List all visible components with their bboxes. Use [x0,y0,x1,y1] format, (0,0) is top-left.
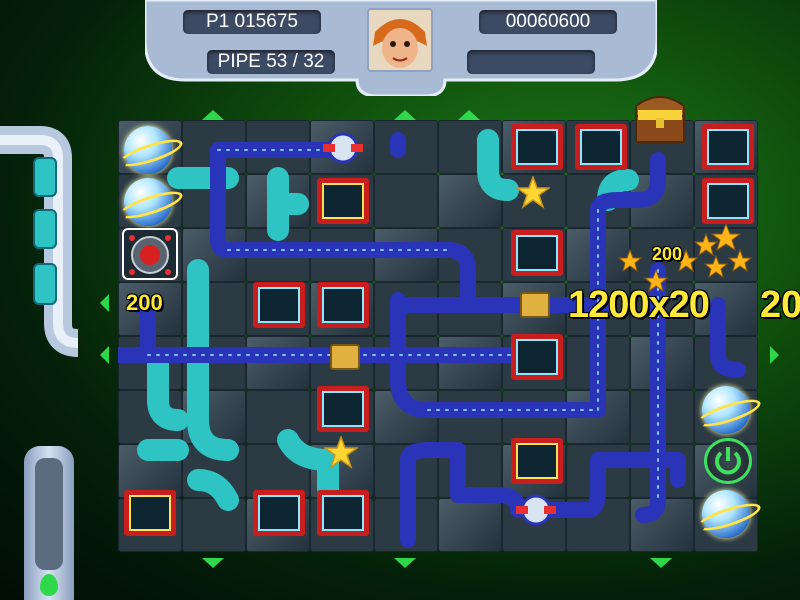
column-shift-down-arrow[interactable] [650,558,672,568]
top-hud: P1 015675 PIPE 53 / 32 00060600 [145,0,657,96]
blank-display [467,50,595,74]
combo-points-popup-cut: 20 [760,284,800,326]
microchip-icon[interactable] [702,124,754,170]
planet-orb-icon[interactable] [702,386,750,434]
combo-points-popup: 1200x20 [568,284,710,326]
planet-orb-icon[interactable] [702,490,750,538]
planet-orb-icon[interactable] [124,178,172,226]
planet-orb-icon[interactable] [124,126,172,174]
power-button-icon[interactable] [704,438,752,484]
microchip-icon[interactable] [124,490,176,536]
microchip-icon[interactable] [317,282,369,328]
side-pipe-decoration [0,126,79,357]
microchip-icon[interactable] [575,124,627,170]
column-shift-down-arrow[interactable] [394,558,416,568]
points-popup: 200 [126,290,163,315]
treasure-chest-icon [635,96,685,143]
microchip-icon[interactable] [511,230,563,276]
microchip-icon[interactable] [253,490,305,536]
row-shift-left-arrow[interactable] [100,294,109,312]
microchip-icon[interactable] [511,334,563,380]
water-drop-icon [40,574,58,596]
gold-chip-icon [330,344,360,370]
pipe-network [118,129,746,548]
column-shift-down-arrow[interactable] [202,558,224,568]
total-score-display: 00060600 [479,10,617,34]
row-shift-right-arrow[interactable] [770,346,779,364]
pipe-counter-display: PIPE 53 / 32 [207,50,335,74]
column-shift-up-arrow[interactable] [202,110,224,120]
star-icon[interactable] [324,436,358,470]
microchip-icon[interactable] [511,438,563,484]
water-level-gauge [24,446,74,600]
avatar-face-icon [367,8,433,72]
gauge-tube [35,458,63,570]
floating-points-popup: 200 [652,244,683,264]
row-shift-left-arrow[interactable] [100,346,109,364]
star-icon[interactable] [516,176,550,210]
column-shift-up-arrow[interactable] [458,110,480,120]
game-board[interactable] [100,96,779,568]
gold-chip-icon [520,292,550,318]
column-shift-up-arrow[interactable] [394,110,416,120]
microchip-icon[interactable] [317,386,369,432]
microchip-icon[interactable] [317,178,369,224]
microchip-icon[interactable] [253,282,305,328]
microchip-icon[interactable] [317,490,369,536]
microchip-icon[interactable] [511,124,563,170]
player-score-display: P1 015675 [183,10,321,34]
bomb-icon[interactable] [122,228,178,280]
microchip-icon[interactable] [702,178,754,224]
